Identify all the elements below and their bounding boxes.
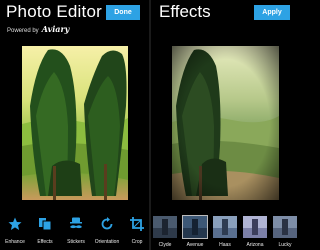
mustache-icon (70, 217, 82, 229)
crop-icon (130, 217, 144, 231)
rotate-icon (101, 217, 113, 230)
filter-label: Avenue (186, 242, 204, 248)
filter-thumbnail (213, 216, 237, 238)
tool-crop[interactable]: Crop (122, 214, 149, 250)
filter-label: Lucky (278, 242, 292, 248)
filter-arizona[interactable]: Arizona (242, 216, 268, 250)
tool-label: Effects (37, 239, 53, 245)
apply-button[interactable]: Apply (254, 5, 290, 20)
photo-editor-panel: Photo Editor Done Powered by Aviary Enha… (0, 0, 149, 250)
filter-lucky[interactable]: Lucky (272, 216, 298, 250)
filter-thumbnail (182, 215, 208, 239)
powered-by-label: Powered by (7, 28, 39, 34)
filter-label: Haas (219, 242, 231, 248)
photo-preview-effect (172, 46, 279, 200)
filter-label: Arizona (246, 242, 264, 248)
aviary-logo: Aviary (41, 24, 70, 34)
tool-label: Stickers (67, 239, 85, 245)
tool-label: Crop (131, 239, 143, 245)
page-title: Effects (159, 2, 211, 21)
tool-orientation[interactable]: Orientation (92, 214, 122, 250)
filter-thumbnail (243, 216, 267, 238)
effects-icon (39, 218, 52, 231)
filter-label: Clyde (158, 242, 172, 248)
tool-stickers[interactable]: Stickers (61, 214, 91, 250)
filter-thumbnail (153, 216, 177, 238)
photo-preview (22, 46, 128, 200)
filter-haas[interactable]: Haas (212, 216, 238, 250)
done-button[interactable]: Done (106, 5, 140, 20)
filter-avenue[interactable]: Avenue (182, 215, 208, 250)
tool-bar: Enhance Effects Stickers Orientation Cro… (0, 214, 149, 250)
page-title: Photo Editor (6, 2, 102, 21)
tool-effects[interactable]: Effects (30, 214, 60, 250)
tool-label: Enhance (5, 239, 25, 245)
filter-strip: Clyde Avenue Haas Arizona Lucky (151, 214, 300, 250)
star-icon (8, 217, 22, 230)
tool-label: Orientation (94, 239, 120, 245)
powered-by-line: Powered by Aviary (7, 24, 69, 34)
filter-thumbnail (273, 216, 297, 238)
effects-panel: Effects Apply Clyde Avenue Haas Arizona … (151, 0, 300, 250)
filter-clyde[interactable]: Clyde (152, 216, 178, 250)
tool-enhance[interactable]: Enhance (0, 214, 30, 250)
